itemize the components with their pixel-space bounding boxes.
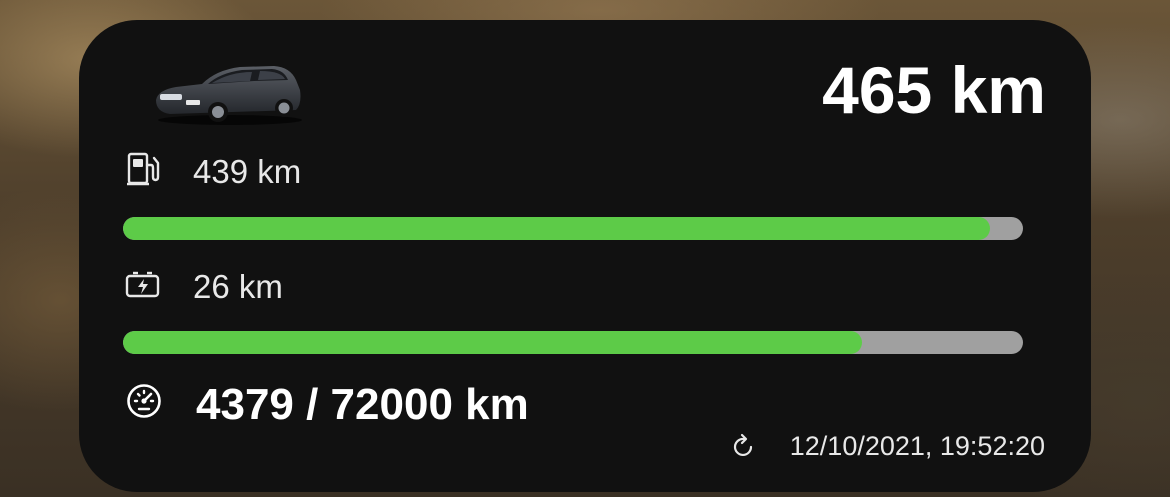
battery-progress-fill xyxy=(123,331,862,354)
fuel-progress-fill xyxy=(123,217,990,240)
battery-charge-icon xyxy=(125,271,160,298)
fuel-range-label: 439 km xyxy=(193,153,302,190)
refresh-icon[interactable] xyxy=(732,433,756,459)
last-updated-timestamp: 12/10/2021, 19:52:20 xyxy=(789,431,1045,461)
battery-range-label: 26 km xyxy=(193,268,283,305)
battery-progress-bar xyxy=(123,331,1023,354)
car-image xyxy=(156,66,302,125)
odometer-mileage: 4379 / 72000 km xyxy=(196,380,529,429)
total-range-value: 465 km xyxy=(822,53,1046,127)
fuel-pump-icon xyxy=(127,152,160,186)
speedometer-icon xyxy=(127,384,161,418)
fuel-progress-bar xyxy=(123,217,1023,240)
